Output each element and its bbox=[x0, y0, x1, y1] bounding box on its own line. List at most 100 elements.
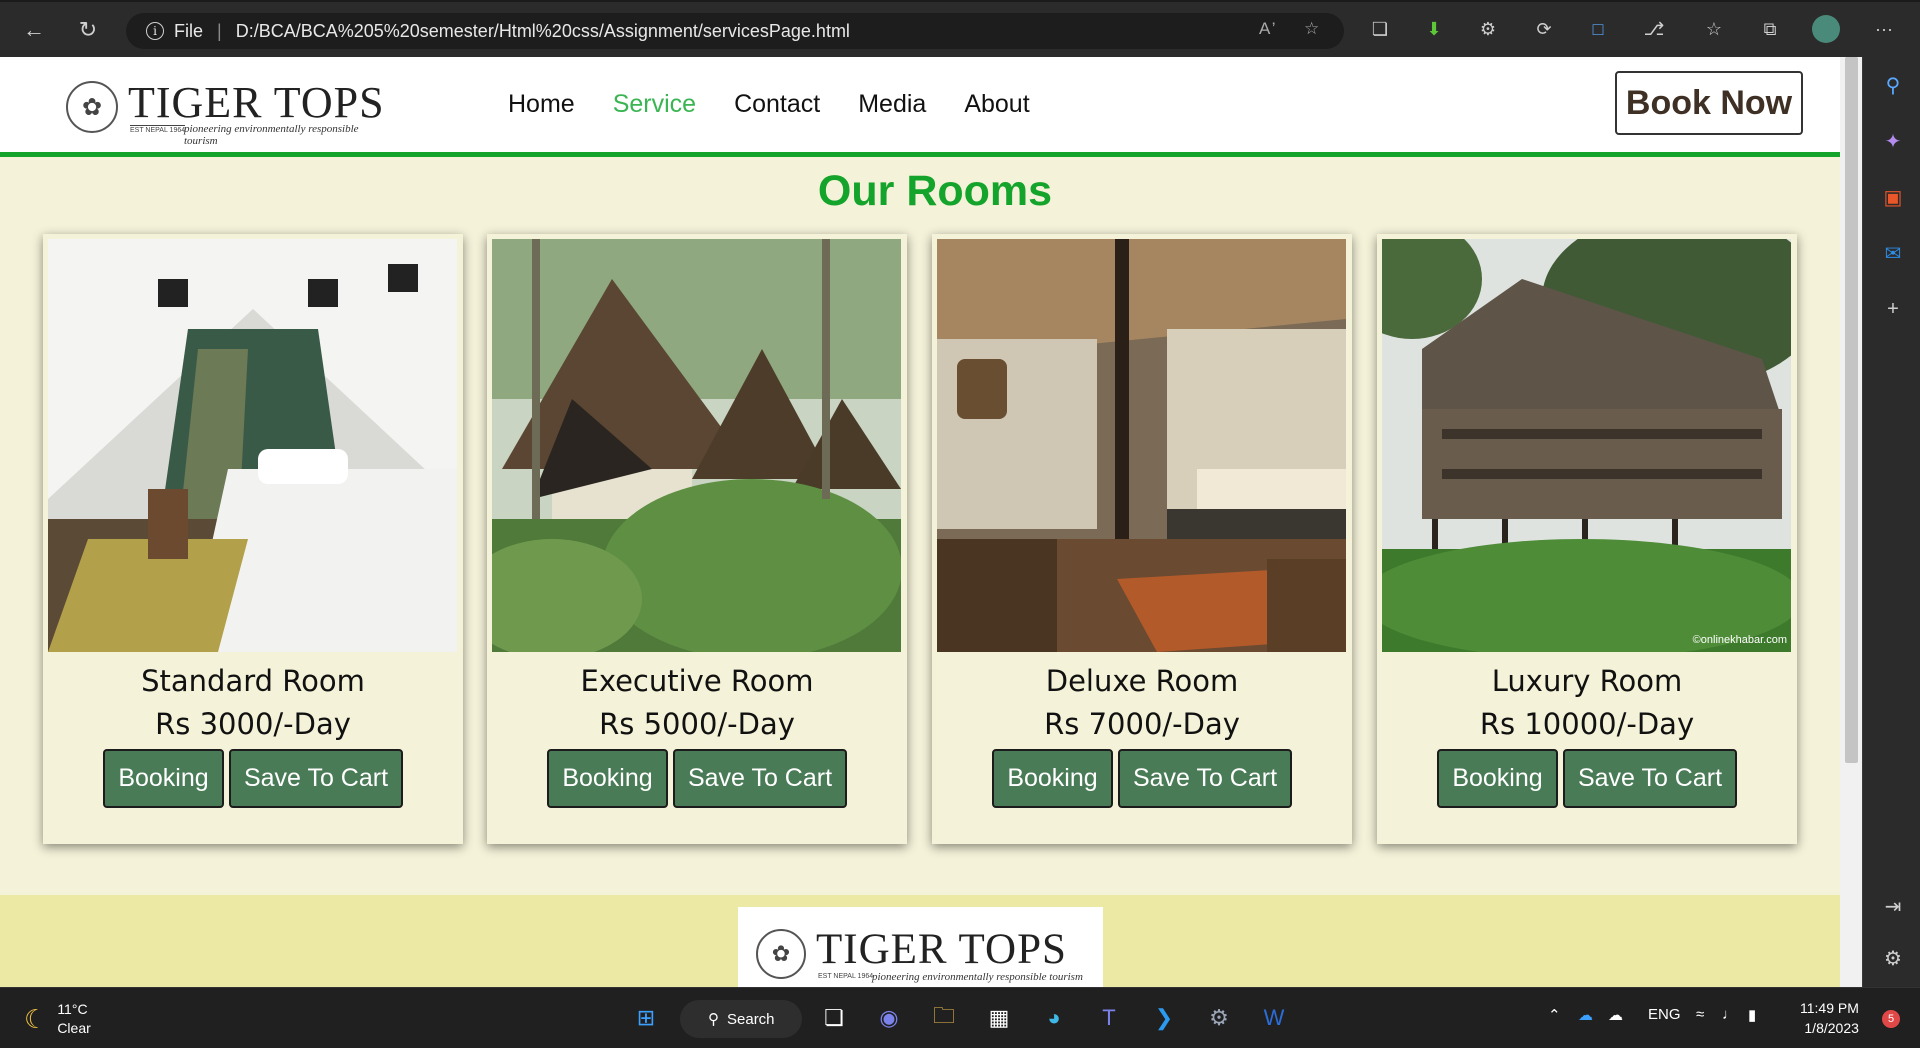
weather-condition: Clear bbox=[57, 1020, 91, 1036]
webpage: ✿ TIGER TOPS EST NEPAL 1964 pioneering e… bbox=[0, 57, 1840, 987]
booking-button[interactable]: Booking bbox=[103, 749, 224, 808]
page-scrollbar[interactable] bbox=[1840, 57, 1862, 987]
room-price: Rs 7000/-Day bbox=[1044, 707, 1240, 741]
onedrive-icon[interactable]: ☁ bbox=[1578, 1006, 1593, 1024]
word-icon[interactable]: W bbox=[1256, 1000, 1292, 1036]
weather-widget[interactable]: ☾ 11°C Clear bbox=[24, 1000, 91, 1038]
photo-watermark: ©onlinekhabar.com bbox=[1692, 634, 1787, 646]
collections-icon[interactable]: ⧉ bbox=[1756, 15, 1784, 43]
booking-button[interactable]: Booking bbox=[1437, 749, 1558, 808]
browser-toolbar: ← ↻ i File | D:/BCA/BCA%205%20semester/H… bbox=[0, 0, 1920, 57]
task-view-icon[interactable]: ❏ bbox=[816, 1000, 852, 1036]
extension-x-icon[interactable]: ⚙ bbox=[1474, 15, 1502, 43]
tiger-seal-icon: ✿ bbox=[756, 929, 806, 979]
teams-icon[interactable]: T bbox=[1091, 1000, 1127, 1036]
windows-start-icon[interactable]: ⊞ bbox=[628, 1000, 664, 1036]
moon-icon: ☾ bbox=[24, 1003, 48, 1034]
refresh-icon[interactable]: ↻ bbox=[72, 14, 104, 46]
footer-logo-tagline: pioneering environmentally responsible t… bbox=[872, 971, 1083, 983]
extensions-puzzle-icon[interactable]: ⎇ bbox=[1640, 15, 1668, 43]
teams-chat-icon[interactable]: ◉ bbox=[871, 1000, 907, 1036]
outlook-icon[interactable]: ✉ bbox=[1880, 240, 1906, 266]
language-indicator[interactable]: ENG bbox=[1648, 1006, 1681, 1023]
battery-icon[interactable]: ▮ bbox=[1748, 1006, 1756, 1024]
notification-badge[interactable]: 5 bbox=[1882, 1010, 1900, 1028]
room-actions: Booking Save To Cart bbox=[932, 749, 1352, 808]
address-bar[interactable]: i File | D:/BCA/BCA%205%20semester/Html%… bbox=[126, 13, 1344, 49]
search-icon[interactable]: ⚲ bbox=[1880, 72, 1906, 98]
nav-contact[interactable]: Contact bbox=[734, 90, 820, 119]
nav-about[interactable]: About bbox=[964, 90, 1029, 119]
logo-tagline: pioneering environmentally responsible t… bbox=[184, 123, 359, 147]
system-clock[interactable]: 11:49 PM 1/8/2023 bbox=[1800, 998, 1859, 1038]
room-name: Luxury Room bbox=[1491, 664, 1683, 698]
room-photo-deluxe bbox=[937, 239, 1346, 652]
store-icon[interactable]: ▦ bbox=[981, 1000, 1017, 1036]
site-logo[interactable]: ✿ TIGER TOPS EST NEPAL 1964 pioneering e… bbox=[66, 77, 386, 147]
translate-icon[interactable]: □ bbox=[1584, 15, 1612, 43]
vscode-icon[interactable]: ❯ bbox=[1146, 1000, 1182, 1036]
file-explorer-icon[interactable]: 🗀 bbox=[926, 1000, 962, 1036]
scrollbar-thumb[interactable] bbox=[1845, 57, 1858, 763]
save-to-cart-button[interactable]: Save To Cart bbox=[1563, 749, 1737, 808]
settings-app-icon[interactable]: ⚙ bbox=[1201, 1000, 1237, 1036]
download-ext-icon[interactable]: ⬇ bbox=[1420, 15, 1448, 43]
booking-button[interactable]: Booking bbox=[992, 749, 1113, 808]
footer-logo-name: TIGER TOPS bbox=[816, 926, 1067, 973]
search-label: Search bbox=[727, 1010, 775, 1028]
weather-temp: 11°C bbox=[57, 1001, 88, 1017]
room-photo-cottages bbox=[492, 239, 901, 652]
clock-date: 1/8/2023 bbox=[1804, 1020, 1859, 1036]
wifi-icon[interactable]: ≈ bbox=[1696, 1006, 1704, 1023]
page-title: Our Rooms bbox=[817, 167, 1053, 215]
footer-logo: ✿ TIGER TOPS EST NEPAL 1964 pioneering e… bbox=[738, 907, 1103, 987]
nav-media[interactable]: Media bbox=[858, 90, 926, 119]
volume-icon[interactable]: ♩ bbox=[1722, 1006, 1737, 1023]
nav-service[interactable]: Service bbox=[613, 90, 696, 119]
room-card: Deluxe Room Rs 7000/-Day Booking Save To… bbox=[932, 234, 1352, 844]
room-actions: Booking Save To Cart bbox=[43, 749, 463, 808]
save-to-cart-button[interactable]: Save To Cart bbox=[229, 749, 403, 808]
settings-gear-icon[interactable]: ⚙ bbox=[1880, 945, 1906, 971]
save-to-cart-button[interactable]: Save To Cart bbox=[673, 749, 847, 808]
cloud-icon[interactable]: ☁ bbox=[1608, 1006, 1623, 1024]
collections-ext-icon[interactable]: ❏ bbox=[1366, 15, 1394, 43]
clock-time: 11:49 PM bbox=[1800, 1000, 1859, 1016]
back-arrow-icon[interactable]: ← bbox=[18, 14, 50, 46]
room-price: Rs 10000/-Day bbox=[1479, 707, 1695, 741]
read-aloud-icon[interactable]: A ⁠’ bbox=[1259, 19, 1276, 39]
logo-est: EST NEPAL 1964 bbox=[130, 125, 186, 134]
add-icon[interactable]: + bbox=[1880, 296, 1906, 322]
office-icon[interactable]: ▣ bbox=[1880, 184, 1906, 210]
sync-icon[interactable]: ⟳ bbox=[1530, 15, 1558, 43]
hide-sidebar-icon[interactable]: ⇥ bbox=[1880, 893, 1906, 919]
room-actions: Booking Save To Cart bbox=[1377, 749, 1797, 808]
room-actions: Booking Save To Cart bbox=[487, 749, 907, 808]
windows-taskbar: ☾ 11°C Clear ⊞ ⚲ Search ❏ ◉ 🗀 ▦ ◕ T ❯ ⚙ … bbox=[0, 987, 1920, 1048]
room-photo-tent bbox=[48, 239, 457, 652]
room-photo-lodge: ©onlinekhabar.com bbox=[1382, 239, 1791, 652]
address-file-label: File bbox=[174, 20, 204, 41]
tiger-seal-icon: ✿ bbox=[66, 81, 118, 133]
favorite-add-icon[interactable]: ☆ bbox=[1304, 19, 1319, 39]
address-url[interactable]: D:/BCA/BCA%205%20semester/Html%20css/Ass… bbox=[236, 21, 850, 42]
booking-button[interactable]: Booking bbox=[547, 749, 668, 808]
chevron-up-icon[interactable]: ⌃ bbox=[1548, 1006, 1561, 1024]
more-menu-icon[interactable]: ··· bbox=[1870, 15, 1898, 43]
book-now-button[interactable]: Book Now bbox=[1615, 71, 1803, 135]
nav-home[interactable]: Home bbox=[508, 90, 575, 119]
room-price: Rs 3000/-Day bbox=[155, 707, 351, 741]
room-card: ©onlinekhabar.com Luxury Room Rs 10000/-… bbox=[1377, 234, 1797, 844]
copilot-icon[interactable]: ✦ bbox=[1880, 128, 1906, 154]
room-name: Executive Room bbox=[580, 664, 814, 698]
taskbar-search[interactable]: ⚲ Search bbox=[680, 1000, 802, 1038]
edge-browser-icon[interactable]: ◕ bbox=[1036, 1000, 1072, 1036]
save-to-cart-button[interactable]: Save To Cart bbox=[1118, 749, 1292, 808]
logo-name: TIGER TOPS bbox=[128, 78, 385, 127]
info-icon[interactable]: i bbox=[146, 22, 164, 40]
profile-avatar-icon[interactable] bbox=[1812, 15, 1840, 43]
room-name: Standard Room bbox=[141, 664, 365, 698]
site-header: ✿ TIGER TOPS EST NEPAL 1964 pioneering e… bbox=[0, 57, 1840, 157]
favorites-icon[interactable]: ☆ bbox=[1700, 15, 1728, 43]
browser-sidebar: ⚲ ✦ ▣ ✉ + ⇥ ⚙ bbox=[1862, 57, 1920, 987]
